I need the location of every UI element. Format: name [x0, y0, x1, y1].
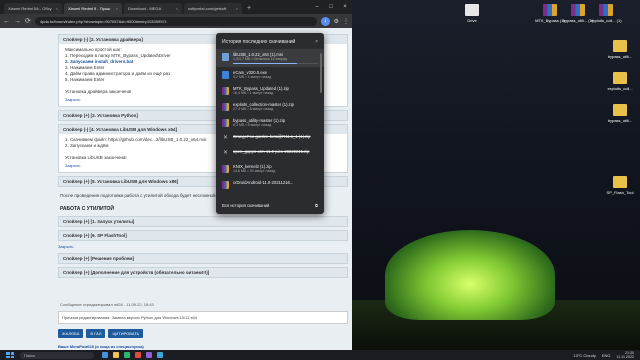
close-window-icon[interactable]: ×	[338, 4, 352, 10]
close-icon[interactable]: ×	[56, 3, 58, 14]
tab-redmi-5a[interactable]: Xiaomi Redmi 5A - Обсу ×	[4, 3, 62, 14]
spoiler-header[interactable]: Спойлер (+) [6. SP FlashTool]	[59, 231, 347, 240]
address-bar-row: ← → ⟳ 4pda.to/forum/index.php?showtopic=…	[0, 14, 352, 28]
folder-icon	[613, 40, 627, 52]
spoiler-sp-flashtool: Спойлер (+) [6. SP FlashTool]	[58, 230, 348, 241]
maximize-icon[interactable]: □	[324, 4, 338, 10]
spoiler-header[interactable]: Спойлер (+) [Решение проблем]	[59, 254, 347, 263]
downloads-panel: История последних скачиваний × libUSB_1.…	[216, 33, 324, 214]
file-explorer-icon[interactable]	[113, 352, 119, 358]
desktop-icon-sp-flash-tool[interactable]: SP_Flash_Tool	[600, 176, 640, 195]
close-icon[interactable]: ×	[176, 3, 178, 14]
cancelled-icon: ✕	[222, 135, 229, 141]
zip-file-icon	[222, 103, 229, 111]
url-input[interactable]: 4pda.to/forum/index.php?showtopic=907057…	[34, 16, 317, 26]
folder-icon	[613, 104, 627, 116]
download-item[interactable]: eCam_v320.0.exe 9,2 МБ • 4 минут назад	[216, 67, 324, 83]
download-item[interactable]: libUSB_1.0.22_x64 (1).msi 1,3/1,7 МБ • О…	[216, 49, 324, 67]
language-indicator[interactable]: ENG	[602, 353, 611, 358]
search-input[interactable]: Поиск	[20, 351, 94, 359]
chrome-icon[interactable]	[135, 352, 141, 358]
quote-button[interactable]: ЦИТИРОВАТЬ	[108, 329, 144, 338]
close-link[interactable]: Закрыть	[58, 244, 348, 249]
desktop-icon-exploits-1[interactable]: exploits_coll... (1)	[586, 4, 626, 23]
windows-start-icon[interactable]	[6, 352, 14, 358]
tab-strip: Xiaomi Redmi 5A - Обсу × Xiaomi Redmi 5 -…	[0, 0, 352, 14]
spoiler-troubleshooting: Спойлер (+) [Решение проблем]	[58, 253, 348, 264]
archive-icon	[543, 4, 557, 16]
wallpaper-tent	[385, 230, 555, 320]
tab-redmi-5[interactable]: Xiaomi Redmi 5 - Прош ×	[64, 3, 122, 14]
desktop-icon-exploits[interactable]: exploits_coll...	[600, 72, 640, 91]
system-tray: 13°C Cloudy ENG 21:30 11.11.2022	[573, 351, 640, 359]
gallery-button[interactable]: В ГАЛ	[86, 329, 106, 338]
extensions-icon[interactable]: ⚙	[334, 18, 339, 25]
clock[interactable]: 21:30 11.11.2022	[617, 351, 634, 359]
download-item[interactable]: exploits_collection-master (1).zip 27,4 М…	[216, 99, 324, 115]
spoiler-device-addendum: Спойлер (+) [Дополнение для устройств (о…	[58, 267, 348, 278]
close-icon[interactable]: ×	[315, 39, 318, 45]
taskbar: Поиск 13°C Cloudy ENG 21:30 11.11.2022	[0, 350, 640, 360]
exe-file-icon	[222, 71, 229, 79]
spoiler-run-utility: Спойлер (+) [1. Запуск утилиты]	[58, 216, 348, 227]
spoiler-header[interactable]: Спойлер (+) [1. Запуск утилиты]	[59, 217, 347, 226]
task-view-icon[interactable]	[102, 352, 108, 358]
edit-reason: Причина редактирования: Замена версии Py…	[58, 311, 348, 324]
spoiler-header[interactable]: Спойлер (+) [Дополнение для устройств (о…	[59, 268, 347, 277]
close-icon[interactable]: ×	[116, 3, 118, 14]
archive-icon	[599, 4, 613, 16]
post-edit-info: Сообщение отредактировал mf28 - 11.09.22…	[60, 302, 154, 307]
report-button[interactable]: ЖАЛОБА	[58, 329, 84, 338]
zip-file-icon	[222, 119, 229, 127]
download-item[interactable]: bypass_utility-master (1).zip 6,3 МБ • 8 …	[216, 115, 324, 131]
folder-icon	[613, 72, 627, 84]
close-icon[interactable]: ×	[236, 3, 238, 14]
tab-mega[interactable]: Download - MEGA ×	[124, 3, 182, 14]
zip-file-icon	[222, 181, 229, 189]
zip-file-icon	[222, 165, 229, 173]
downloads-icon[interactable]: ↓	[320, 16, 330, 26]
download-progress-bar	[233, 63, 318, 64]
folder-icon	[613, 176, 627, 188]
reload-icon[interactable]: ⟳	[25, 17, 31, 25]
archive-icon	[571, 4, 585, 16]
edge-icon[interactable]	[124, 352, 130, 358]
download-item[interactable]: crDroidAndroid-11.0-20211216...	[216, 177, 324, 192]
download-item[interactable]: ✕ open_gapps-arm-11.0-pico-20220215.zip	[216, 146, 324, 161]
weather-widget[interactable]: 13°C Cloudy	[573, 353, 596, 358]
open-external-icon: ⧉	[315, 203, 318, 208]
back-icon[interactable]: ←	[3, 18, 10, 25]
download-item[interactable]: ✕ OrangeFox-garden-beta@R11.1_1 (1).zip	[216, 131, 324, 146]
author-link[interactable]: Ваше МегаРом028 (и лица из спецвыпуска)	[58, 344, 348, 349]
download-item[interactable]: KNIX_kernel2 (1).zip 14,6 МБ • 30 минут н…	[216, 161, 324, 177]
menu-icon[interactable]: ⋮	[343, 18, 349, 25]
post-actions: ЖАЛОБА В ГАЛ ЦИТИРОВАТЬ	[58, 329, 348, 338]
app-icon[interactable]	[146, 352, 152, 358]
zip-file-icon	[222, 87, 229, 95]
new-tab-button[interactable]: +	[244, 3, 254, 14]
desktop-icon-bypass-utility-2[interactable]: bypass_utili...	[600, 104, 640, 123]
downloads-header: История последних скачиваний ×	[222, 39, 318, 45]
taskbar-apps	[102, 352, 163, 358]
tab-softportal[interactable]: softportal.com/getsoft ×	[184, 3, 242, 14]
msi-file-icon	[222, 53, 229, 61]
minimize-icon[interactable]: –	[310, 4, 324, 10]
window-controls: – □ ×	[310, 0, 352, 14]
desktop-icon-bypass-utility[interactable]: bypass_utili...	[600, 40, 640, 59]
download-item[interactable]: MTK_Bypass_Updated (1).zip 16,4 МБ • 1 ми…	[216, 83, 324, 99]
desktop-icon-drive[interactable]: Drive	[452, 4, 492, 23]
document-icon	[465, 4, 479, 16]
scrollbar[interactable]	[320, 53, 322, 93]
cancelled-icon: ✕	[222, 150, 229, 156]
forward-icon[interactable]: →	[14, 18, 21, 25]
all-downloads-link[interactable]: Вся история скачиваний ⧉	[222, 203, 318, 208]
app-icon[interactable]	[157, 352, 163, 358]
